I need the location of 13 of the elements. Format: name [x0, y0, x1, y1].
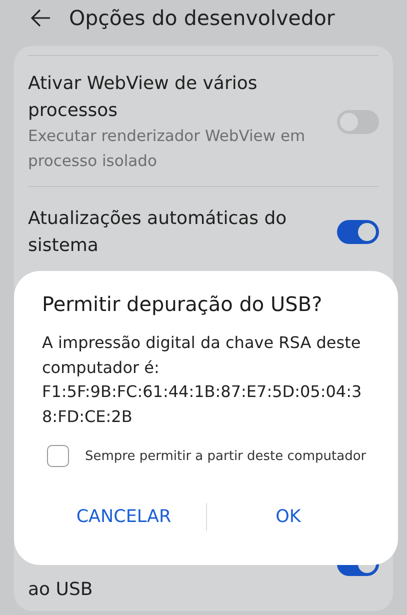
dialog-message: A impressão digital da chave RSA deste computador é: F1:5F:9B:FC:61:44:1B:87:E7:5D:05:04:38:FD:CE:2B	[42, 332, 363, 428]
setting-title: ao USB	[28, 578, 94, 602]
toggle-switch[interactable]	[337, 110, 379, 134]
page-title: Opções do desenvolvedor	[69, 6, 335, 30]
checkbox-label[interactable]: Sempre permitir a partir deste computador	[85, 448, 366, 464]
toggle-switch[interactable]	[337, 220, 379, 244]
setting-title: Atualizações automáticas do sistema	[28, 207, 288, 258]
dialog-title: Permitir depuração do USB?	[42, 291, 324, 318]
setting-title: Ativar WebView de vários processos	[28, 72, 258, 123]
checkbox[interactable]	[47, 445, 69, 467]
setting-description: Executar renderizador WebView em processo isolado	[28, 126, 306, 172]
dialog-button[interactable]: OK	[206, 503, 370, 531]
dialog-button[interactable]: CANCELAR	[42, 503, 206, 531]
